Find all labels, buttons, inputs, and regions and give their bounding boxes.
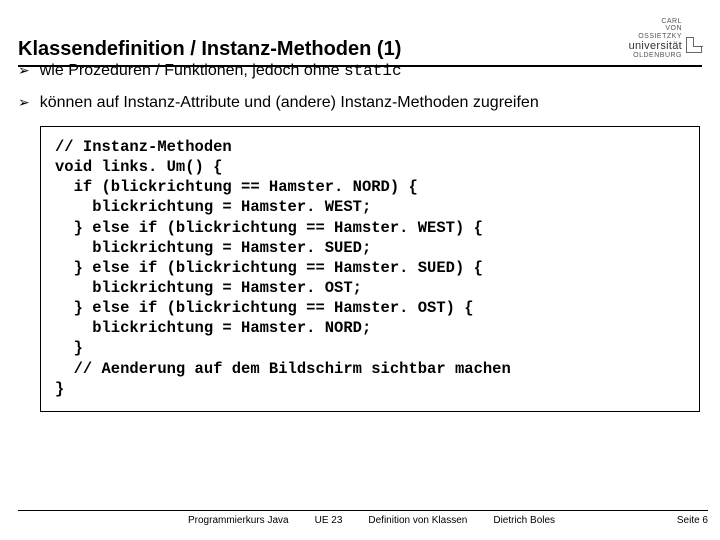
logo-university: universität	[629, 40, 682, 52]
footer-author: Dietrich Boles	[493, 515, 555, 526]
logo-city: OLDENBURG	[629, 52, 682, 59]
logo-text-block: CARL VON OSSIETZKY universität OLDENBURG	[629, 18, 682, 59]
slide-content: ➢ wie Prozeduren / Funktionen, jedoch oh…	[18, 62, 702, 412]
footer-left: Programmierkurs Java UE 23 Definition vo…	[188, 515, 555, 526]
university-logo: CARL VON OSSIETZKY universität OLDENBURG	[629, 18, 702, 61]
slide-footer: Programmierkurs Java UE 23 Definition vo…	[18, 510, 708, 526]
bullet-text: können auf Instanz-Attribute und (andere…	[40, 94, 539, 112]
bullet-item: ➢ wie Prozeduren / Funktionen, jedoch oh…	[18, 62, 702, 80]
logo-square-icon	[686, 37, 702, 53]
logo-line: CARL VON OSSIETZKY	[629, 18, 682, 40]
footer-topic: Definition von Klassen	[368, 515, 467, 526]
bullet-arrow-icon: ➢	[18, 63, 30, 77]
bullet-arrow-icon: ➢	[18, 95, 30, 109]
footer-page: Seite 6	[677, 515, 708, 526]
bullet-item: ➢ können auf Instanz-Attribute und (ande…	[18, 94, 702, 112]
slide-title: Klassendefinition / Instanz-Methoden (1)	[18, 38, 401, 61]
bullet-text: wie Prozeduren / Funktionen, jedoch ohne…	[40, 62, 402, 80]
slide-header: Klassendefinition / Instanz-Methoden (1)…	[18, 18, 702, 67]
footer-unit: UE 23	[315, 515, 343, 526]
footer-course: Programmierkurs Java	[188, 515, 289, 526]
code-block: // Instanz-Methoden void links. Um() { i…	[40, 126, 700, 412]
